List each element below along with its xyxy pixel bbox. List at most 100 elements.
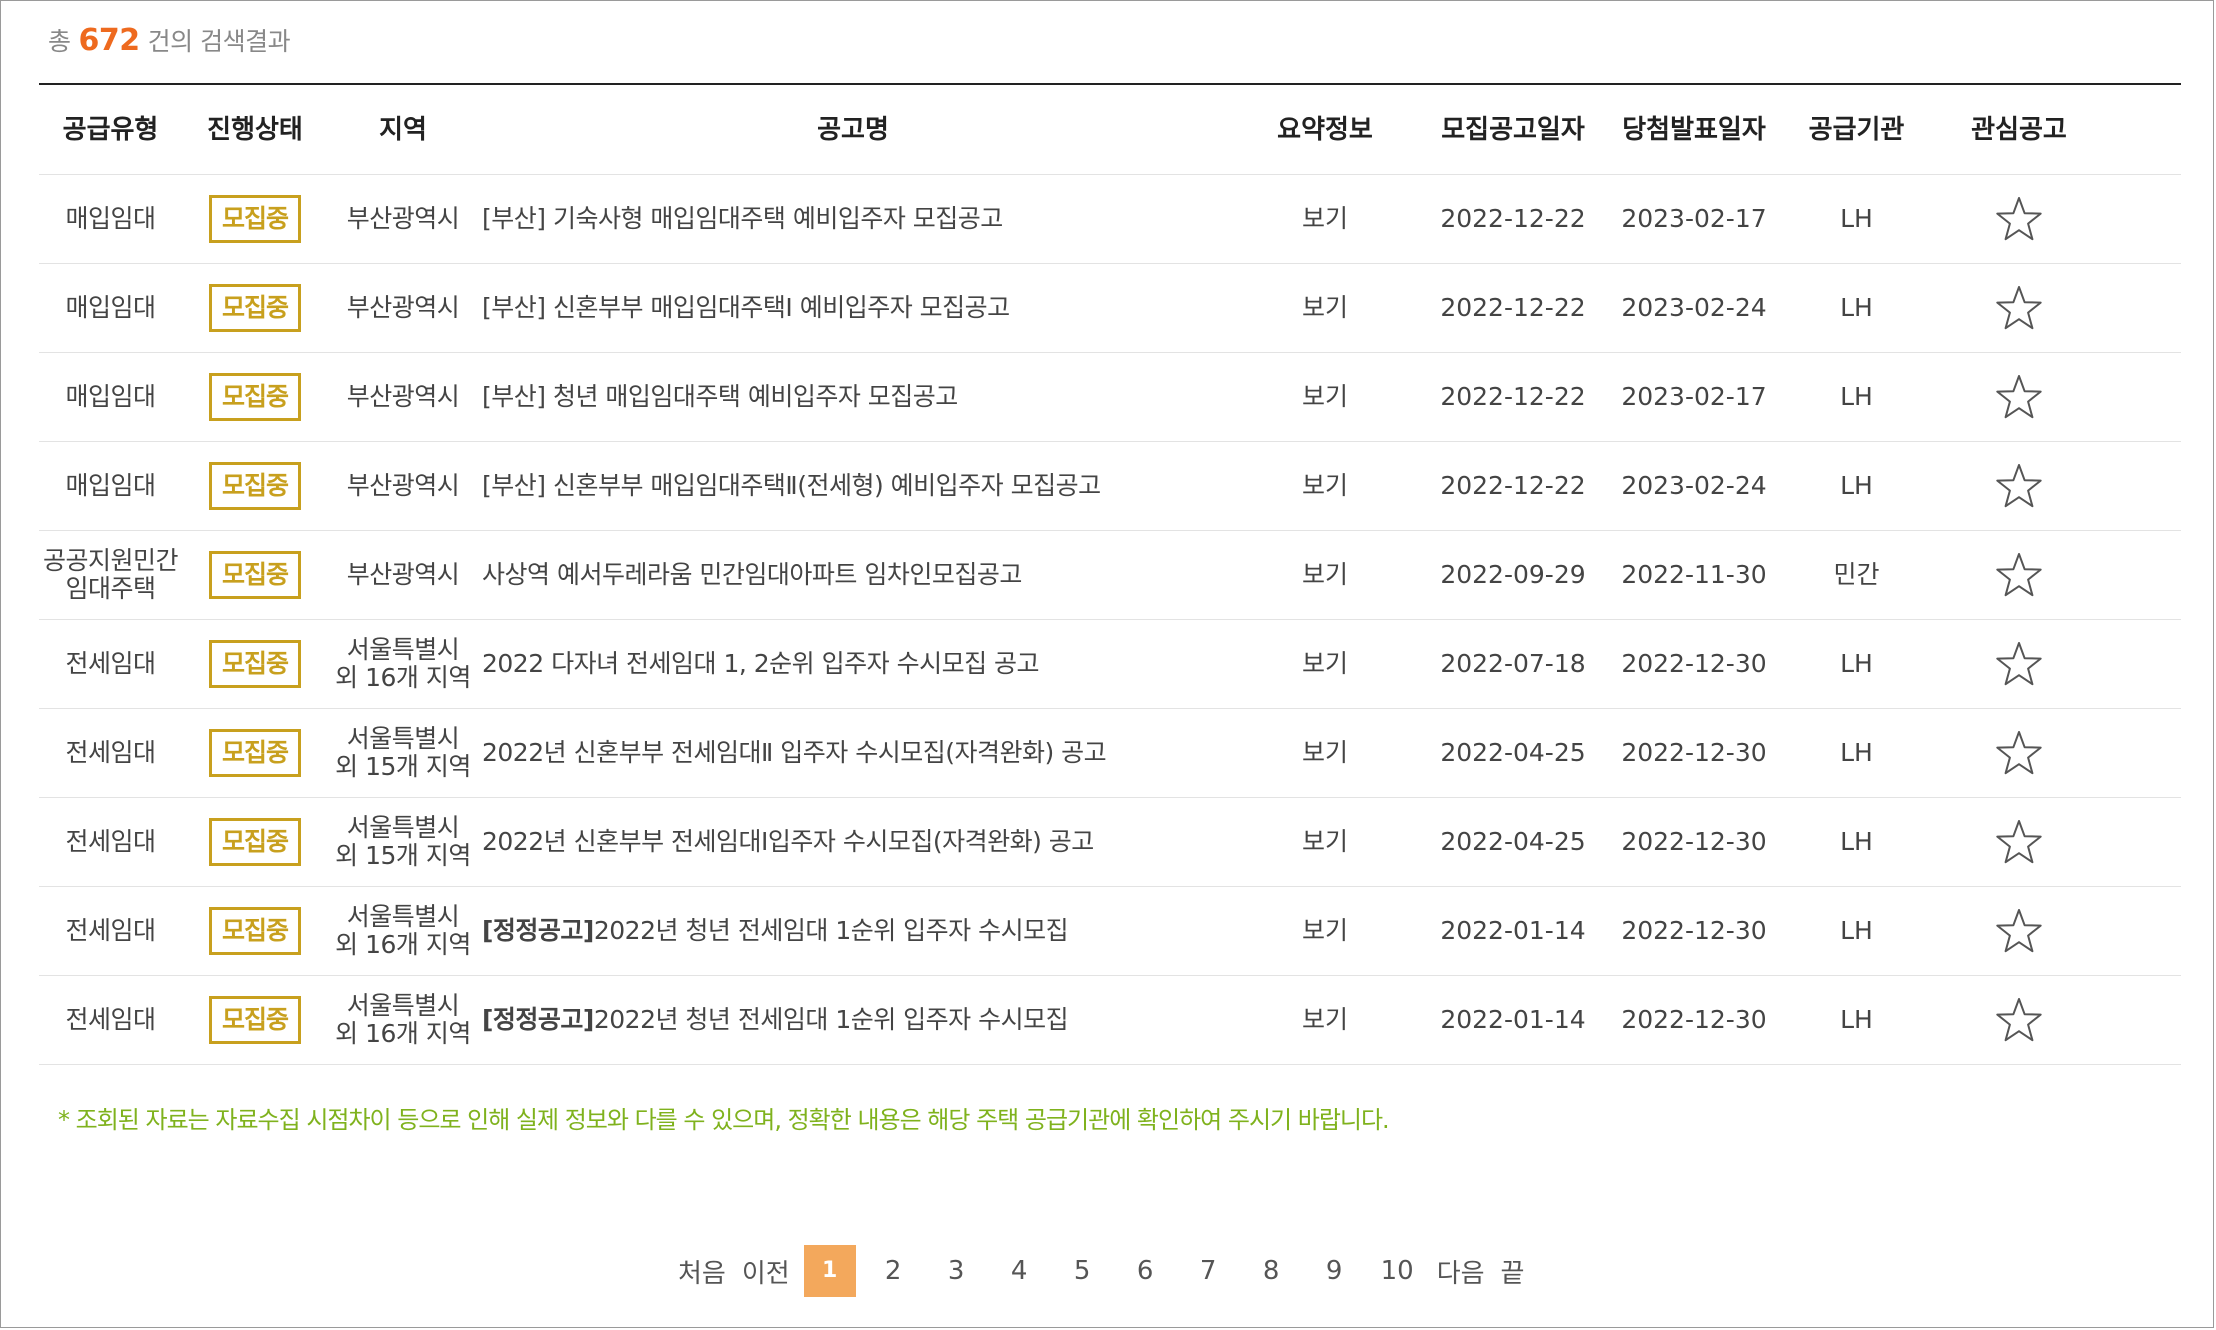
status-badge: 모집중 xyxy=(209,907,301,955)
star-outline-icon[interactable] xyxy=(1995,551,2043,599)
summary-view-link[interactable]: 보기 xyxy=(1228,650,1422,678)
status-badge: 모집중 xyxy=(209,729,301,777)
cell-favorite xyxy=(1929,462,2109,510)
page-first[interactable]: 처음 xyxy=(670,1253,734,1290)
header-status: 진행상태 xyxy=(207,114,303,145)
summary-view-link[interactable]: 보기 xyxy=(1228,472,1422,500)
cell-title[interactable]: 2022년 신혼부부 전세임대Ⅱ 입주자 수시모집(자격완화) 공고 xyxy=(478,739,1228,767)
summary-prefix: 총 xyxy=(48,27,71,56)
notice-title-text: 2022년 청년 전세임대 1순위 입주자 수시모집 xyxy=(593,1005,1069,1034)
cell-title[interactable]: [정정공고]2022년 청년 전세임대 1순위 입주자 수시모집 xyxy=(478,1006,1228,1034)
table-row[interactable]: 전세임대 모집중 서울특별시 외 16개 지역 [정정공고]2022년 청년 전세임대… xyxy=(39,976,2181,1065)
header-favorite: 관심공고 xyxy=(1971,114,2067,145)
cell-supply-type: 매입임대 xyxy=(39,383,182,411)
table-row[interactable]: 전세임대 모집중 서울특별시 외 15개 지역 2022년 신혼부부 전세임대Ⅱ 입주… xyxy=(39,709,2181,798)
star-outline-icon[interactable] xyxy=(1995,818,2043,866)
supply-type-text: 매입임대 xyxy=(65,471,156,500)
table-row[interactable]: 전세임대 모집중 서울특별시 외 15개 지역 2022년 신혼부부 전세임대Ⅰ입주자… xyxy=(39,798,2181,887)
table-row[interactable]: 매입임대 모집중 부산광역시 [부산] 청년 매입임대주택 예비입주자 모집공고 보기 2… xyxy=(39,353,2181,442)
summary-view-link[interactable]: 보기 xyxy=(1228,383,1422,411)
header-region: 지역 xyxy=(379,114,427,145)
star-outline-icon[interactable] xyxy=(1995,462,2043,510)
summary-view-link[interactable]: 보기 xyxy=(1228,739,1422,767)
notice-title-link[interactable]: [정정공고]2022년 청년 전세임대 1순위 입주자 수시모집 xyxy=(482,1005,1069,1034)
notice-title-link[interactable]: 2022 다자녀 전세임대 1, 2순위 입주자 수시모집 공고 xyxy=(482,650,1040,678)
page-prev[interactable]: 이전 xyxy=(734,1253,798,1290)
table-row[interactable]: 매입임대 모집중 부산광역시 [부산] 기숙사형 매입임대주택 예비입주자 모집공고 보… xyxy=(39,175,2181,264)
cell-favorite xyxy=(1929,195,2109,243)
notice-title-link[interactable]: [정정공고]2022년 청년 전세임대 1순위 입주자 수시모집 xyxy=(482,917,1069,945)
summary-view-link[interactable]: 보기 xyxy=(1228,205,1422,233)
page-number[interactable]: 4 xyxy=(988,1256,1051,1286)
winner-date: 2023-02-17 xyxy=(1621,204,1767,233)
page-number[interactable]: 7 xyxy=(1177,1256,1240,1286)
cell-favorite xyxy=(1929,373,2109,421)
cell-title[interactable]: [부산] 신혼부부 매입임대주택Ⅰ 예비입주자 모집공고 xyxy=(478,294,1228,322)
notice-title-link[interactable]: [부산] 청년 매입임대주택 예비입주자 모집공고 xyxy=(482,383,958,411)
agency: LH xyxy=(1840,293,1873,322)
table-row[interactable]: 매입임대 모집중 부산광역시 [부산] 신혼부부 매입임대주택Ⅰ 예비입주자 모집공고… xyxy=(39,264,2181,353)
notice-title-link[interactable]: [부산] 기숙사형 매입임대주택 예비입주자 모집공고 xyxy=(482,205,1003,233)
table-row[interactable]: 전세임대 모집중 서울특별시 외 16개 지역 [정정공고]2022년 청년 전세임대… xyxy=(39,887,2181,976)
cell-title[interactable]: 2022 다자녀 전세임대 1, 2순위 입주자 수시모집 공고 xyxy=(478,650,1228,678)
notice-title-link[interactable]: 2022년 신혼부부 전세임대Ⅱ 입주자 수시모집(자격완화) 공고 xyxy=(482,739,1107,767)
star-outline-icon[interactable] xyxy=(1995,729,2043,777)
star-outline-icon[interactable] xyxy=(1995,284,2043,332)
star-outline-icon[interactable] xyxy=(1995,195,2043,243)
cell-status: 모집중 xyxy=(182,640,328,688)
summary-view-link[interactable]: 보기 xyxy=(1228,828,1422,856)
summary-view-link[interactable]: 보기 xyxy=(1228,561,1422,589)
cell-title[interactable]: 사상역 예서두레라움 민간임대아파트 임차인모집공고 xyxy=(478,561,1228,589)
table-row[interactable]: 전세임대 모집중 서울특별시 외 16개 지역 2022 다자녀 전세임대 1, 2순… xyxy=(39,620,2181,709)
page-next[interactable]: 다음 xyxy=(1429,1253,1493,1290)
table-row[interactable]: 공공지원민간 임대주택 모집중 부산광역시 사상역 예서두레라움 민간임대아파트 임차… xyxy=(39,531,2181,620)
star-outline-icon[interactable] xyxy=(1995,996,2043,1044)
summary-view-link[interactable]: 보기 xyxy=(1228,917,1422,945)
table-row[interactable]: 매입임대 모집중 부산광역시 [부산] 신혼부부 매입임대주택Ⅱ(전세형) 예비입주자… xyxy=(39,442,2181,531)
page-number[interactable]: 3 xyxy=(925,1256,988,1286)
page-current[interactable]: 1 xyxy=(803,1245,856,1297)
page-number[interactable]: 5 xyxy=(1051,1256,1114,1286)
status-badge: 모집중 xyxy=(209,373,301,421)
page-number[interactable]: 2 xyxy=(862,1256,925,1286)
page-number[interactable]: 9 xyxy=(1303,1256,1366,1286)
star-outline-icon[interactable] xyxy=(1995,373,2043,421)
summary-view-link[interactable]: 보기 xyxy=(1228,294,1422,322)
cell-status: 모집중 xyxy=(182,462,328,510)
notice-title-link[interactable]: [부산] 신혼부부 매입임대주택Ⅰ 예비입주자 모집공고 xyxy=(482,294,1010,322)
agency: LH xyxy=(1840,649,1873,678)
pagination: 처음 이전 1 2 3 4 5 6 7 8 9 10 다음 끝 xyxy=(670,1245,1532,1297)
header-recruit-date: 모집공고일자 xyxy=(1441,114,1585,145)
cell-status: 모집중 xyxy=(182,907,328,955)
summary-view-link[interactable]: 보기 xyxy=(1228,1006,1422,1034)
header-supply-type: 공급유형 xyxy=(62,114,159,145)
cell-region: 서울특별시 외 15개 지역 xyxy=(328,814,478,870)
cell-status: 모집중 xyxy=(182,729,328,777)
recruit-date: 2022-12-22 xyxy=(1440,382,1586,411)
cell-region: 서울특별시 외 16개 지역 xyxy=(328,903,478,959)
cell-title[interactable]: 2022년 신혼부부 전세임대Ⅰ입주자 수시모집(자격완화) 공고 xyxy=(478,828,1228,856)
star-outline-icon[interactable] xyxy=(1995,907,2043,955)
page-number[interactable]: 8 xyxy=(1240,1256,1303,1286)
agency: LH xyxy=(1840,738,1873,767)
page-last[interactable]: 끝 xyxy=(1493,1253,1533,1290)
page-number[interactable]: 10 xyxy=(1366,1256,1429,1286)
cell-title[interactable]: [부산] 청년 매입임대주택 예비입주자 모집공고 xyxy=(478,383,1228,411)
page-number[interactable]: 6 xyxy=(1114,1256,1177,1286)
cell-supply-type: 매입임대 xyxy=(39,205,182,233)
disclaimer-note: * 조회된 자료는 자료수집 시점차이 등으로 인해 실제 정보와 다를 수 있… xyxy=(58,1106,1390,1134)
cell-supply-type: 전세임대 xyxy=(39,828,182,856)
cell-title[interactable]: [부산] 신혼부부 매입임대주택Ⅱ(전세형) 예비입주자 모집공고 xyxy=(478,472,1228,500)
summary-suffix: 건의 검색결과 xyxy=(147,27,291,56)
notice-title-link[interactable]: 2022년 신혼부부 전세임대Ⅰ입주자 수시모집(자격완화) 공고 xyxy=(482,828,1094,856)
agency: LH xyxy=(1840,827,1873,856)
winner-date: 2023-02-17 xyxy=(1621,382,1767,411)
star-outline-icon[interactable] xyxy=(1995,640,2043,688)
cell-title[interactable]: [정정공고]2022년 청년 전세임대 1순위 입주자 수시모집 xyxy=(478,917,1228,945)
status-badge: 모집중 xyxy=(209,996,301,1044)
cell-title[interactable]: [부산] 기숙사형 매입임대주택 예비입주자 모집공고 xyxy=(478,205,1228,233)
notice-title-link[interactable]: 사상역 예서두레라움 민간임대아파트 임차인모집공고 xyxy=(482,561,1022,589)
cell-supply-type: 매입임대 xyxy=(39,294,182,322)
notice-title-link[interactable]: [부산] 신혼부부 매입임대주택Ⅱ(전세형) 예비입주자 모집공고 xyxy=(482,472,1101,500)
cell-supply-type: 전세임대 xyxy=(39,650,182,678)
